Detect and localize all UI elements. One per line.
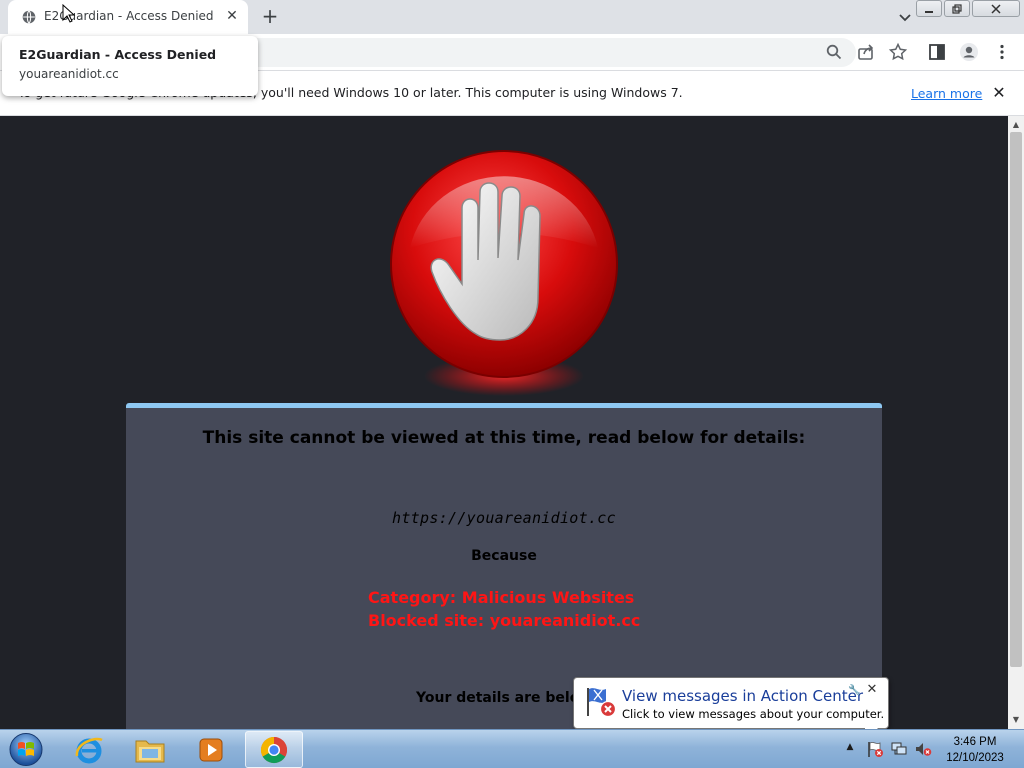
notification-title[interactable]: View messages in Action Center bbox=[622, 687, 863, 705]
stop-hand-icon bbox=[390, 150, 618, 396]
action-center-tray-icon[interactable] bbox=[866, 740, 884, 758]
bookmark-star-icon[interactable] bbox=[888, 42, 908, 62]
minimize-icon bbox=[925, 10, 933, 13]
system-clock[interactable]: 3:46 PM 12/10/2023 bbox=[940, 734, 1010, 766]
menu-kebab-icon[interactable] bbox=[992, 42, 1012, 62]
mouse-cursor-icon bbox=[62, 4, 76, 23]
scroll-thumb[interactable] bbox=[1010, 132, 1022, 667]
page-scrollbar[interactable]: ▲ ▼ bbox=[1008, 116, 1024, 729]
infobar-close-icon[interactable]: ✕ bbox=[990, 84, 1008, 102]
profile-avatar-icon[interactable] bbox=[959, 42, 979, 62]
hover-card-domain: youareanidiot.cc bbox=[19, 67, 119, 81]
window-controls bbox=[916, 0, 1020, 18]
wrench-icon[interactable]: 🔧 bbox=[848, 685, 860, 697]
search-icon[interactable] bbox=[824, 42, 844, 62]
block-heading: This site cannot be viewed at this time,… bbox=[202, 428, 806, 448]
close-window-button[interactable] bbox=[972, 0, 1020, 17]
windows-taskbar: ▲ 3:46 PM 12/10/2023 bbox=[0, 729, 1024, 768]
clock-time: 3:46 PM bbox=[953, 736, 997, 748]
tab-strip: E2Guardian - Access Denied ✕ + bbox=[0, 0, 1024, 34]
start-button-windows-icon[interactable] bbox=[6, 731, 46, 768]
scroll-up-icon[interactable]: ▲ bbox=[1008, 118, 1024, 132]
block-category: Category: Malicious Websites bbox=[368, 588, 635, 607]
media-player-icon bbox=[199, 738, 223, 761]
blocked-url: https://youareanidiot.cc bbox=[392, 509, 616, 527]
minimize-button[interactable] bbox=[916, 0, 942, 17]
taskbar-internet-explorer[interactable] bbox=[60, 731, 118, 768]
globe-icon bbox=[22, 10, 36, 24]
close-icon bbox=[991, 3, 1001, 14]
details-label: Your details are below: bbox=[416, 690, 598, 706]
page-content: This site cannot be viewed at this time,… bbox=[0, 116, 1008, 729]
restore-button[interactable] bbox=[944, 0, 970, 17]
taskbar-media-player[interactable] bbox=[182, 731, 240, 768]
tab-e2guardian[interactable]: E2Guardian - Access Denied ✕ bbox=[8, 0, 248, 34]
new-tab-button[interactable]: + bbox=[258, 5, 282, 29]
taskbar-google-chrome[interactable] bbox=[245, 731, 303, 768]
notification-subtitle: Click to view messages about your comput… bbox=[622, 707, 885, 721]
notification-close-icon[interactable]: ✕ bbox=[865, 683, 879, 697]
tab-close-icon[interactable]: ✕ bbox=[224, 8, 240, 24]
blocked-site: Blocked site: youareanidiot.cc bbox=[368, 611, 641, 630]
share-icon[interactable] bbox=[856, 42, 876, 62]
show-hidden-icons-icon[interactable]: ▲ bbox=[844, 742, 856, 754]
tab-search-icon[interactable] bbox=[895, 7, 915, 27]
learn-more-link[interactable]: Learn more bbox=[911, 86, 982, 101]
network-icon[interactable] bbox=[890, 740, 908, 758]
scroll-down-icon[interactable]: ▼ bbox=[1008, 713, 1024, 727]
side-panel-icon[interactable] bbox=[927, 42, 947, 62]
because-label: Because bbox=[471, 548, 537, 564]
tab-hover-card: E2Guardian - Access Denied youareanidiot… bbox=[2, 36, 258, 96]
clock-date: 12/10/2023 bbox=[946, 752, 1004, 764]
hover-card-title: E2Guardian - Access Denied bbox=[19, 47, 217, 62]
restore-icon bbox=[952, 3, 962, 14]
taskbar-file-explorer[interactable] bbox=[121, 731, 179, 768]
internet-explorer-icon bbox=[75, 737, 103, 763]
folder-icon bbox=[135, 740, 165, 762]
action-center-flag-icon bbox=[587, 688, 617, 718]
volume-muted-icon[interactable] bbox=[914, 740, 932, 758]
chrome-icon bbox=[260, 736, 288, 763]
action-center-notification[interactable]: View messages in Action Center Click to … bbox=[573, 677, 889, 744]
